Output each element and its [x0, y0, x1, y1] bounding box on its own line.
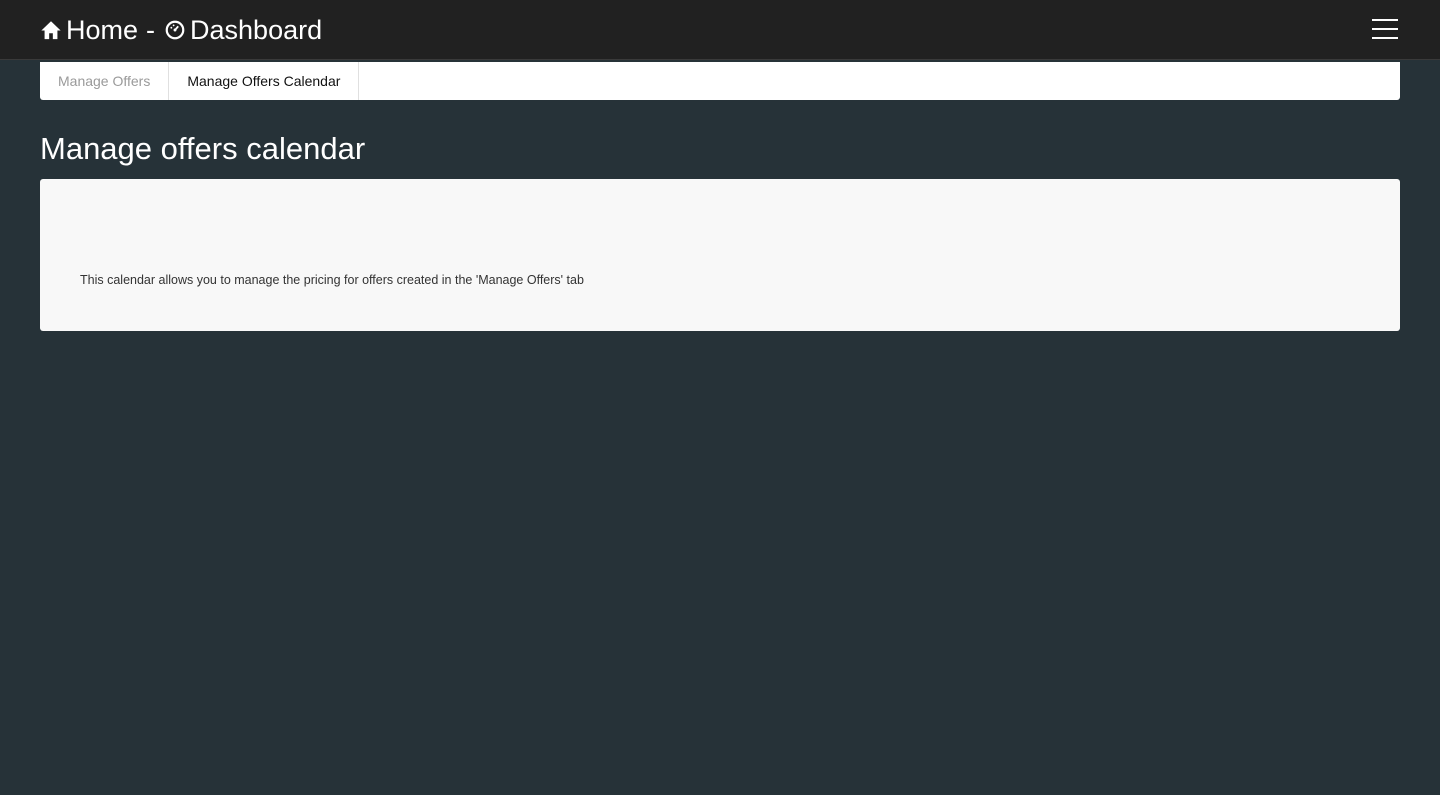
calendar-panel: This calendar allows you to manage the p…: [40, 179, 1400, 331]
tab-manage-offers[interactable]: Manage Offers: [40, 62, 170, 100]
dashboard-icon: [164, 19, 186, 41]
top-navbar: Home - Dashboard: [0, 0, 1440, 60]
brand-separator: -: [146, 15, 156, 45]
dashboard-label: Dashboard: [190, 15, 323, 45]
page-title: Manage offers calendar: [40, 131, 366, 166]
tab-label: Manage Offers Calendar: [187, 73, 341, 89]
navbar-brand: Home - Dashboard: [40, 12, 322, 48]
calendar-description: This calendar allows you to manage the p…: [80, 273, 584, 287]
hamburger-menu-icon[interactable]: [1372, 19, 1398, 39]
home-icon: [40, 19, 62, 41]
home-label: Home: [66, 15, 139, 45]
dashboard-link[interactable]: Dashboard: [164, 12, 322, 48]
tab-bar: Manage Offers Manage Offers Calendar: [40, 62, 1400, 100]
tab-label: Manage Offers: [58, 73, 151, 89]
tab-manage-offers-calendar[interactable]: Manage Offers Calendar: [169, 62, 360, 100]
home-link[interactable]: Home: [40, 12, 138, 48]
